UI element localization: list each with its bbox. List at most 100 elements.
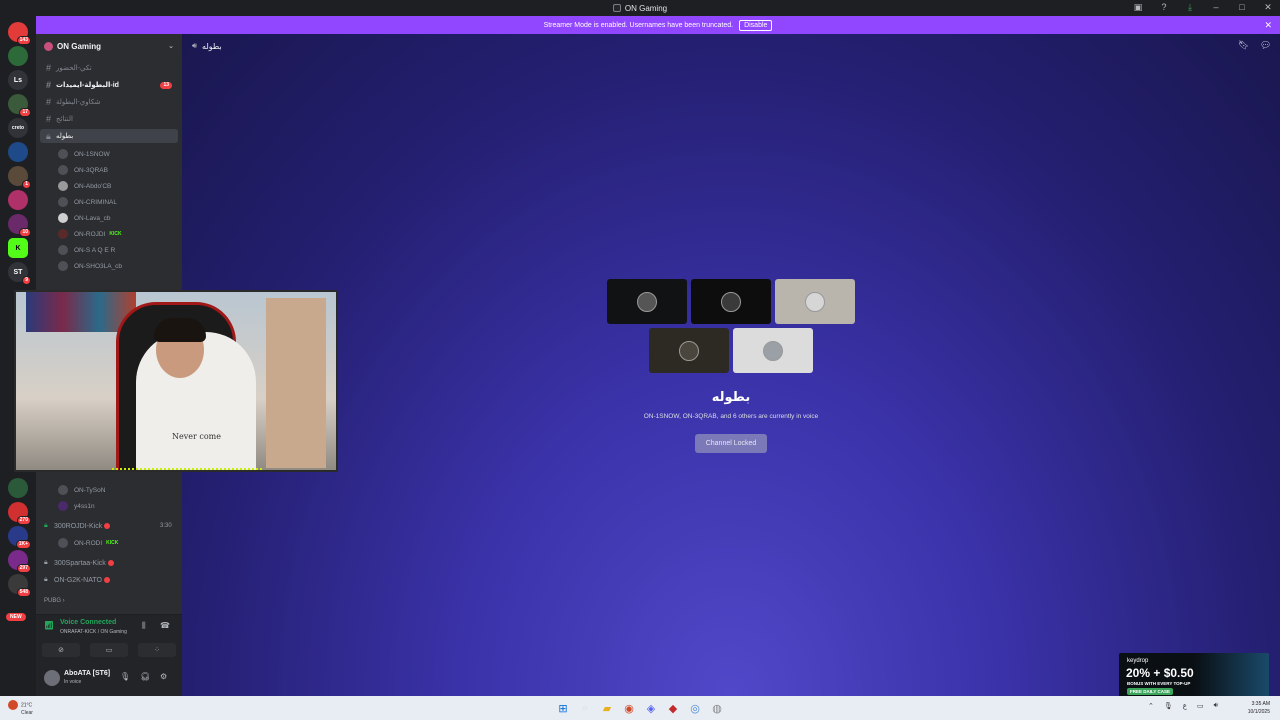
- category-pubg[interactable]: PUBG ›: [44, 598, 65, 604]
- headphones-icon[interactable]: 🎧︎: [140, 672, 150, 681]
- voice-user[interactable]: y4ss1n: [58, 499, 95, 513]
- microphone-icon[interactable]: 🎙︎: [120, 672, 130, 681]
- language-icon[interactable]: ع: [1183, 702, 1187, 710]
- lock-icon: 🔒︎: [44, 559, 48, 566]
- voice-channel-subtitle: ON-1SNOW, ON-3QRAB, and 6 others are cur…: [643, 413, 819, 420]
- bookmark-icon[interactable]: 🔖︎: [1238, 40, 1249, 51]
- stream-channel[interactable]: 🔒︎ 300ROJDI-Kick 3:30: [44, 519, 172, 533]
- participant-tile[interactable]: [607, 279, 687, 324]
- close-icon[interactable]: ✕: [1264, 20, 1272, 31]
- channel-attendance[interactable]: # تكي-الحضور: [40, 61, 178, 75]
- voice-user[interactable]: ON-Abdo'CB: [58, 179, 111, 193]
- activities-button[interactable]: ⁘: [138, 643, 176, 657]
- hash-icon: #: [46, 114, 52, 124]
- chat-icon[interactable]: 💬︎: [1260, 40, 1271, 51]
- server-icon-ls[interactable]: Ls: [8, 70, 28, 90]
- weather-widget[interactable]: 21°C Clear: [8, 700, 33, 717]
- disconnect-icon[interactable]: ☎: [160, 621, 170, 630]
- camera-button[interactable]: ⊘: [42, 643, 80, 657]
- help-icon[interactable]: ?: [1158, 2, 1170, 13]
- file-explorer-icon[interactable]: ▰: [599, 700, 615, 716]
- signal-icon: 📶︎: [44, 621, 55, 630]
- server-icon-12[interactable]: [8, 478, 28, 498]
- clock[interactable]: 3:35 AM 10/1/2025: [1248, 700, 1270, 716]
- voice-user[interactable]: ON-RODIKICK⌀: [58, 536, 204, 550]
- voice-user[interactable]: ON-1SNOW: [58, 147, 110, 161]
- channel-results[interactable]: # النتائج: [40, 112, 178, 126]
- stream-channel[interactable]: 🔒︎ 300Spartaa-Kick: [44, 556, 114, 570]
- guild-icon: [44, 41, 53, 51]
- server-icon-st[interactable]: ST 9: [8, 262, 31, 285]
- app-icon[interactable]: ◆: [665, 700, 681, 716]
- keydrop-ad[interactable]: keydrop 20% + $0.50 BONUS WITH EVERY TOP…: [1119, 653, 1269, 699]
- browser-icon[interactable]: ◎: [687, 700, 703, 716]
- avatar: [58, 229, 68, 239]
- voice-connected-title[interactable]: Voice Connected: [60, 619, 116, 626]
- voice-user[interactable]: ON-TySoN: [58, 483, 105, 497]
- live-dot-icon: [104, 523, 111, 529]
- participant-tile[interactable]: [649, 328, 729, 373]
- server-icon-6[interactable]: [8, 142, 28, 162]
- noise-suppression-icon[interactable]: ⫼: [142, 621, 146, 631]
- server-icon-14[interactable]: 1K+: [8, 526, 31, 549]
- voice-user[interactable]: ON-CRIMINAL: [58, 195, 117, 209]
- close-window-button[interactable]: ✕: [1262, 2, 1274, 13]
- server-icon-9[interactable]: 10: [8, 214, 31, 237]
- server-icon-13[interactable]: 270: [8, 502, 31, 525]
- voice-user[interactable]: ON-S A Q E R: [58, 243, 115, 257]
- server-icon-15[interactable]: 297: [8, 550, 31, 573]
- channel-tournament-ids[interactable]: # البطولة-ايميدات-id 13: [40, 78, 178, 92]
- voice-user[interactable]: ON-SHO3LA_cb: [58, 259, 122, 273]
- server-icon-creto[interactable]: creto: [8, 118, 28, 138]
- guild-header[interactable]: ON Gaming ⌄: [36, 34, 182, 58]
- hash-icon: #: [46, 97, 52, 107]
- participant-tile[interactable]: [775, 279, 855, 324]
- chevron-down-icon: ⌄: [168, 43, 174, 50]
- voice-channel-title: بطوله: [711, 389, 751, 404]
- server-icon-dm[interactable]: 143: [8, 22, 31, 45]
- new-servers-pill[interactable]: NEW: [6, 613, 26, 621]
- discord-icon[interactable]: ◈: [643, 700, 659, 716]
- app-icon[interactable]: ◍: [709, 700, 725, 716]
- search-icon[interactable]: ⌕: [577, 700, 593, 716]
- voice-user[interactable]: ON-Lava_cb⌀: [58, 211, 204, 225]
- avatar[interactable]: [44, 670, 60, 686]
- channel-complaints[interactable]: # شكاوي-البطولة: [40, 95, 178, 109]
- disable-streamer-mode-button[interactable]: Disable: [739, 19, 773, 31]
- download-icon[interactable]: ⤓: [1184, 2, 1196, 13]
- door: [266, 298, 326, 468]
- network-icon[interactable]: ▭: [1197, 702, 1204, 710]
- volume-icon[interactable]: 🔊︎: [1214, 702, 1218, 710]
- avatar: [58, 213, 68, 223]
- voice-user[interactable]: ON-ROJDI KICK: [58, 227, 122, 241]
- microphone-icon[interactable]: 🎙︎: [1164, 702, 1173, 710]
- channel-tournament-voice[interactable]: 🔒︎ بطوله: [40, 129, 178, 143]
- avatar: [637, 291, 657, 312]
- chevron-up-icon[interactable]: ⌃: [1148, 702, 1154, 710]
- ad-cta: FREE DAILY CASE: [1127, 688, 1174, 695]
- user-name: AboATA [ST6]: [64, 670, 111, 677]
- maximize-button[interactable]: □: [1236, 2, 1248, 13]
- lock-icon: 🔒︎: [44, 576, 48, 583]
- start-icon[interactable]: ⊞: [555, 700, 571, 716]
- participant-tile[interactable]: [691, 279, 771, 324]
- screen-share-button[interactable]: ▭: [90, 643, 128, 657]
- chrome-icon[interactable]: ◉: [621, 700, 637, 716]
- app-logo-icon: [612, 4, 621, 12]
- windows-taskbar: 21°C Clear ⊞ ⌕ ▰ ◉ ◈ ◆ ◎ ◍ ⌃ 🎙︎ ع ▭ 🔊︎ 3…: [0, 696, 1280, 720]
- server-icon-16[interactable]: 548: [8, 574, 31, 597]
- server-icon-2[interactable]: [8, 46, 28, 66]
- server-icon-4[interactable]: 17: [8, 94, 31, 117]
- server-icon-7[interactable]: 1: [8, 166, 31, 189]
- voice-user[interactable]: ON-3QRAB: [58, 163, 108, 177]
- server-icon-kick[interactable]: K: [8, 238, 28, 258]
- avatar: [58, 245, 68, 255]
- server-icon-8[interactable]: [8, 190, 28, 210]
- settings-gear-icon[interactable]: ⚙: [160, 672, 167, 681]
- minimize-button[interactable]: –: [1210, 2, 1222, 13]
- hash-icon: #: [46, 80, 52, 90]
- stream-channel[interactable]: 🔒︎ ON-G2K-NATO: [44, 573, 110, 587]
- inbox-icon[interactable]: ▣: [1132, 2, 1144, 13]
- participant-tile[interactable]: [733, 328, 813, 373]
- channel-locked-button[interactable]: Channel Locked: [695, 434, 767, 453]
